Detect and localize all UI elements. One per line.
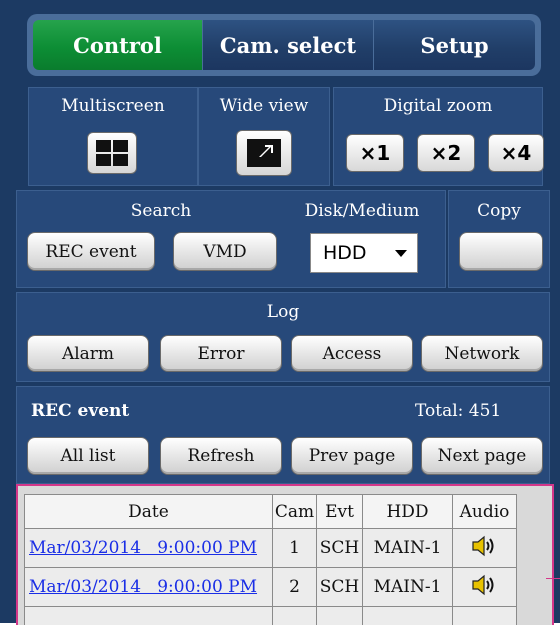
log-access-button[interactable]: Access xyxy=(291,335,413,372)
hdd-cell: MAIN-1 xyxy=(363,568,453,607)
refresh-button[interactable]: Refresh xyxy=(160,437,282,475)
chevron-down-icon xyxy=(395,250,407,257)
column-header-date: Date xyxy=(25,495,273,529)
zoom-x4-button[interactable]: ×4 xyxy=(488,134,544,172)
date-link[interactable]: Mar/03/2014 9:00:00 PM xyxy=(29,577,257,597)
expand-arrow-icon xyxy=(247,139,281,167)
multiscreen-section: Multiscreen xyxy=(28,87,198,186)
table-header-row: Date Cam Evt HDD Audio xyxy=(25,495,517,529)
zoom-x1-button[interactable]: ×1 xyxy=(346,134,404,172)
audio-cell xyxy=(453,568,517,607)
rec-event-search-button[interactable]: REC event xyxy=(27,232,155,271)
audio-cell xyxy=(453,529,517,568)
prev-page-button[interactable]: Prev page xyxy=(291,437,413,475)
zoom-x2-button[interactable]: ×2 xyxy=(417,134,475,172)
cam-cell: 1 xyxy=(273,529,317,568)
disk-medium-value: HDD xyxy=(323,242,367,264)
log-alarm-button[interactable]: Alarm xyxy=(27,335,149,372)
multiscreen-button[interactable] xyxy=(87,132,137,174)
tab-cam-select[interactable]: Cam. select xyxy=(203,20,373,70)
rec-event-section: REC event Total: 451 All list Refresh Pr… xyxy=(16,386,550,484)
vmd-search-button[interactable]: VMD xyxy=(173,232,277,271)
tab-bar: Control Cam. select Setup xyxy=(27,14,541,76)
copy-button[interactable] xyxy=(459,232,543,271)
column-header-cam: Cam xyxy=(273,495,317,529)
rec-event-table: Date Cam Evt HDD Audio Mar/03/2014 9:00:… xyxy=(24,494,517,625)
hdd-cell: MAIN-1 xyxy=(363,529,453,568)
cam-cell: 2 xyxy=(273,568,317,607)
log-section: Log Alarm Error Access Network xyxy=(16,292,550,382)
search-section: Search REC event VMD Disk/Medium HDD xyxy=(16,190,446,288)
column-header-hdd: HDD xyxy=(363,495,453,529)
table-row-partial xyxy=(25,607,517,625)
copy-section: Copy xyxy=(448,190,550,288)
tab-setup[interactable]: Setup xyxy=(374,20,535,70)
wide-view-section: Wide view xyxy=(198,87,330,186)
digital-zoom-label: Digital zoom xyxy=(334,96,542,116)
date-link[interactable]: Mar/03/2014 9:00:00 PM xyxy=(29,538,257,558)
rec-event-title: REC event xyxy=(31,401,129,421)
evt-cell: SCH xyxy=(317,529,363,568)
rec-event-table-container: Date Cam Evt HDD Audio Mar/03/2014 9:00:… xyxy=(16,484,554,625)
speaker-icon[interactable] xyxy=(471,535,499,557)
evt-cell: SCH xyxy=(317,568,363,607)
date-cell: Mar/03/2014 9:00:00 PM xyxy=(25,568,273,607)
callout-line xyxy=(546,578,560,579)
disk-medium-label: Disk/Medium xyxy=(287,201,437,221)
digital-zoom-section: Digital zoom ×1 ×2 ×4 xyxy=(333,87,543,186)
rec-event-total: Total: 451 xyxy=(415,401,501,421)
disk-medium-select[interactable]: HDD xyxy=(310,233,418,273)
all-list-button[interactable]: All list xyxy=(27,437,149,475)
speaker-icon[interactable] xyxy=(471,574,499,596)
column-header-evt: Evt xyxy=(317,495,363,529)
column-header-audio: Audio xyxy=(453,495,517,529)
tab-control[interactable]: Control xyxy=(33,20,202,70)
log-error-button[interactable]: Error xyxy=(160,335,282,372)
copy-label: Copy xyxy=(449,201,549,221)
table-row[interactable]: Mar/03/2014 9:00:00 PM 1 SCH MAIN-1 xyxy=(25,529,517,568)
wide-view-label: Wide view xyxy=(199,96,329,116)
table-row[interactable]: Mar/03/2014 9:00:00 PM 2 SCH MAIN-1 xyxy=(25,568,517,607)
wide-view-button[interactable] xyxy=(236,130,292,176)
log-network-button[interactable]: Network xyxy=(421,335,543,372)
date-cell: Mar/03/2014 9:00:00 PM xyxy=(25,529,273,568)
control-panel: Control Cam. select Setup Multiscreen Wi… xyxy=(0,0,560,623)
quad-screen-icon xyxy=(96,140,128,166)
next-page-button[interactable]: Next page xyxy=(421,437,543,475)
log-label: Log xyxy=(17,302,549,322)
multiscreen-label: Multiscreen xyxy=(29,96,197,116)
search-label: Search xyxy=(101,201,221,221)
